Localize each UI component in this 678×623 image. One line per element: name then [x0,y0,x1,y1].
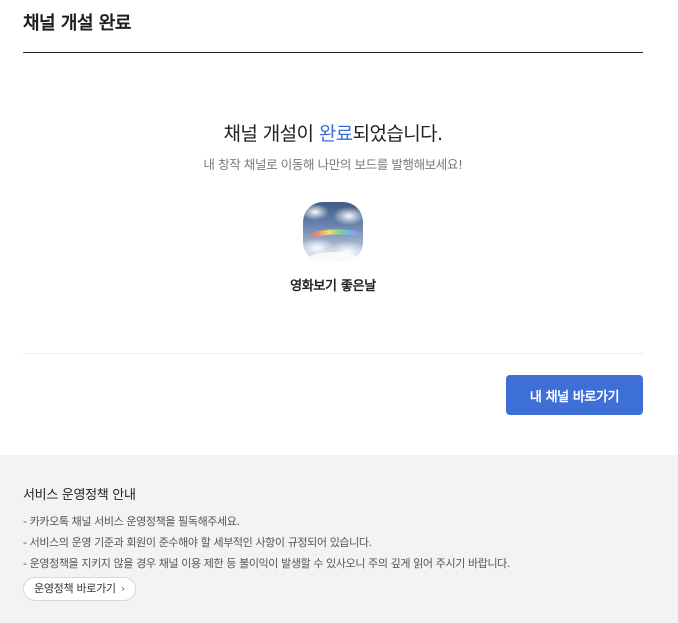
policy-title: 서비스 운영정책 안내 [23,488,136,503]
policy-list: - 카카오톡 채널 서비스 운영정책을 필독해주세요. - 서비스의 운영 기준… [23,511,510,574]
channel-created-page: 채널 개설 완료 채널 개설이 완료되었습니다. 내 창작 채널로 이동해 나만… [0,0,678,623]
policy-link-button[interactable]: 운영정책 바로가기 › [23,577,136,601]
headline-accent: 완료 [318,123,353,145]
policy-link-label: 운영정책 바로가기 [34,582,116,595]
policy-item: - 카카오톡 채널 서비스 운영정책을 필독해주세요. [23,515,240,528]
policy-item: - 운영정책을 지키지 않을 경우 채널 이용 제한 등 불이익이 발생할 수 … [23,557,510,570]
channel-avatar [303,202,363,262]
completion-headline: 채널 개설이 완료되었습니다. [23,119,643,146]
completion-subtext: 내 창작 채널로 이동해 나만의 보드를 발행해보세요! [203,157,463,172]
page-header: 채널 개설 완료 [23,0,643,53]
sky-rainbow-image [303,204,363,262]
chevron-right-icon: › [120,582,125,595]
policy-notice-section: 서비스 운영정책 안내 - 카카오톡 채널 서비스 운영정책을 필독해주세요. … [0,455,678,623]
completion-section: 채널 개설이 완료되었습니다. 내 창작 채널로 이동해 나만의 보드를 발행해… [23,53,643,353]
divider [23,353,643,354]
headline-text-end: 되었습니다. [352,123,443,145]
policy-item: - 서비스의 운영 기준과 회원이 준수해야 할 세부적인 사항이 규정되어 있… [23,536,372,549]
go-to-my-channel-button[interactable]: 내 채널 바로가기 [506,375,643,415]
page-title: 채널 개설 완료 [23,13,131,34]
channel-name: 영화보기 좋은날 [290,279,376,294]
headline-text: 채널 개설이 [223,123,319,145]
